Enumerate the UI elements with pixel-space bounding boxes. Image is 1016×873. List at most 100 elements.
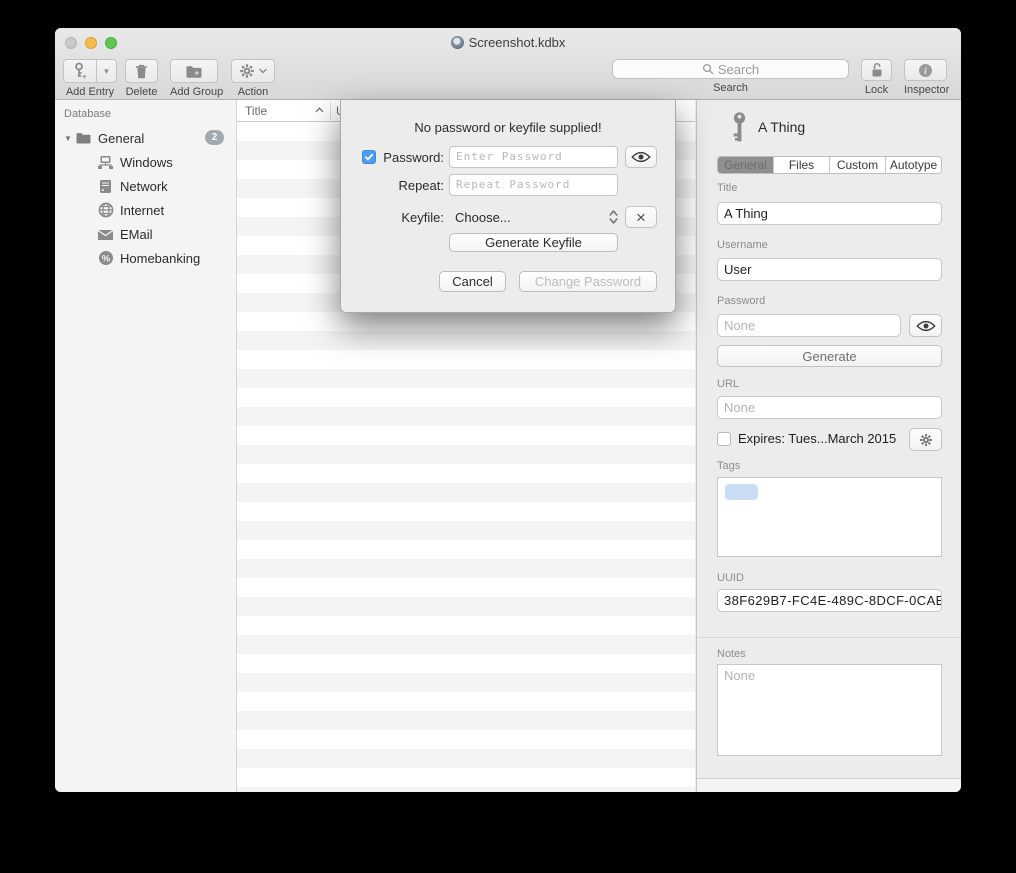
sidebar-item-general[interactable]: ▼General2 [55,126,236,150]
sidebar-item-label: EMail [120,227,153,242]
url-field[interactable]: None [717,396,942,419]
tab-autotype[interactable]: Autotype [886,157,941,173]
delete-button[interactable] [125,59,158,83]
table-row[interactable] [237,388,695,407]
svg-text:+: + [194,67,199,77]
table-row[interactable] [237,312,695,331]
sidebar-item-internet[interactable]: Internet [55,198,236,222]
cancel-button[interactable]: Cancel [439,271,506,292]
table-row[interactable] [237,540,695,559]
column-header-title[interactable]: Title [245,104,267,118]
add-entry-button[interactable]: + [63,59,97,83]
sidebar-rows: ▼General2WindowsNetworkInternetEMail%Hom… [55,126,236,270]
table-row[interactable] [237,654,695,673]
table-row[interactable] [237,502,695,521]
table-row[interactable] [237,673,695,692]
table-row[interactable] [237,521,695,540]
folder-plus-icon: + [185,64,203,79]
table-row[interactable] [237,369,695,388]
table-row[interactable] [237,787,695,792]
table-row[interactable] [237,426,695,445]
action-label: Action [231,86,275,98]
sidebar-item-label: General [98,131,144,146]
reveal-password-button[interactable] [909,314,942,337]
table-row[interactable] [237,692,695,711]
lock-button[interactable] [861,59,892,81]
table-row[interactable] [237,768,695,787]
expires-settings-button[interactable] [909,428,942,451]
clear-keyfile-button[interactable]: × [625,206,657,228]
desktop-background: Screenshot.kdbx + ▼ Add Entry Delete [0,0,1016,873]
tag-pill[interactable] [725,484,758,500]
password-checkbox[interactable] [362,150,376,164]
notes-field[interactable]: None [717,664,942,756]
toolbar-item-delete: Delete [125,59,158,98]
toolbar-item-add-entry: + ▼ Add Entry [63,59,117,98]
change-password-button[interactable]: Change Password [519,271,657,292]
table-row[interactable] [237,331,695,350]
password-label: Password: [379,150,444,165]
lock-label: Lock [861,84,892,96]
keyfile-popup[interactable]: Choose... [455,206,618,228]
sidebar-item-homebanking[interactable]: %Homebanking [55,246,236,270]
tab-files[interactable]: Files [774,157,830,173]
search-icon [702,63,714,75]
internet-icon [97,202,114,219]
search-input[interactable]: Search [612,59,849,79]
username-field[interactable]: User [717,258,942,281]
title-field[interactable]: A Thing [717,202,942,225]
repeat-label: Repeat: [379,178,444,193]
table-row[interactable] [237,464,695,483]
action-button[interactable] [231,59,275,83]
inspector-toggle-button[interactable]: i [904,59,947,81]
repeat-input[interactable]: Repeat Password [449,174,618,196]
keyfile-label: Keyfile: [379,210,444,225]
generate-password-button[interactable]: Generate [717,345,942,367]
table-row[interactable] [237,483,695,502]
info-icon: i [918,63,933,78]
sidebar-item-windows[interactable]: Windows [55,150,236,174]
window-content: Database ▼General2WindowsNetworkInternet… [55,100,961,792]
toolbar-item-action: Action [231,59,275,98]
generate-keyfile-button[interactable]: Generate Keyfile [449,233,618,252]
expires-checkbox[interactable] [717,432,731,446]
tab-custom[interactable]: Custom [830,157,886,173]
window-chrome: Screenshot.kdbx + ▼ Add Entry Delete [55,28,961,100]
table-row[interactable] [237,730,695,749]
add-group-button[interactable]: + [170,59,218,83]
table-row[interactable] [237,749,695,768]
gear-icon [239,63,255,79]
toolbar-item-add-group: + Add Group [170,59,223,98]
disclosure-triangle-icon[interactable]: ▼ [61,134,75,143]
inspector-tabs: GeneralFilesCustomAutotype [717,156,942,174]
column-divider[interactable] [330,102,331,120]
sidebar-item-label: Homebanking [120,251,200,266]
app-window: Screenshot.kdbx + ▼ Add Entry Delete [55,28,961,792]
folder-icon [75,130,92,147]
table-row[interactable] [237,616,695,635]
table-row[interactable] [237,350,695,369]
uuid-field[interactable]: 38F629B7-FC4E-489C-8DCF-0CAE [717,589,942,612]
eye-icon [631,151,651,163]
sidebar-item-email[interactable]: EMail [55,222,236,246]
tab-general[interactable]: General [718,157,774,173]
table-row[interactable] [237,445,695,464]
table-row[interactable] [237,578,695,597]
tags-field-label: Tags [717,460,740,472]
table-row[interactable] [237,711,695,730]
notes-field-label: Notes [717,648,746,660]
password-input[interactable]: Enter Password [449,146,618,168]
table-row[interactable] [237,559,695,578]
table-row[interactable] [237,635,695,654]
add-entry-dropdown[interactable]: ▼ [97,59,117,83]
tags-box[interactable] [717,477,942,557]
password-field[interactable]: None [717,314,901,337]
sidebar-section-header: Database [64,108,111,120]
sidebar-item-network[interactable]: Network [55,174,236,198]
check-icon [364,152,374,162]
url-field-label: URL [717,378,739,390]
table-row[interactable] [237,407,695,426]
search-label: Search [612,82,849,94]
reveal-password-button[interactable] [625,146,657,168]
table-row[interactable] [237,597,695,616]
